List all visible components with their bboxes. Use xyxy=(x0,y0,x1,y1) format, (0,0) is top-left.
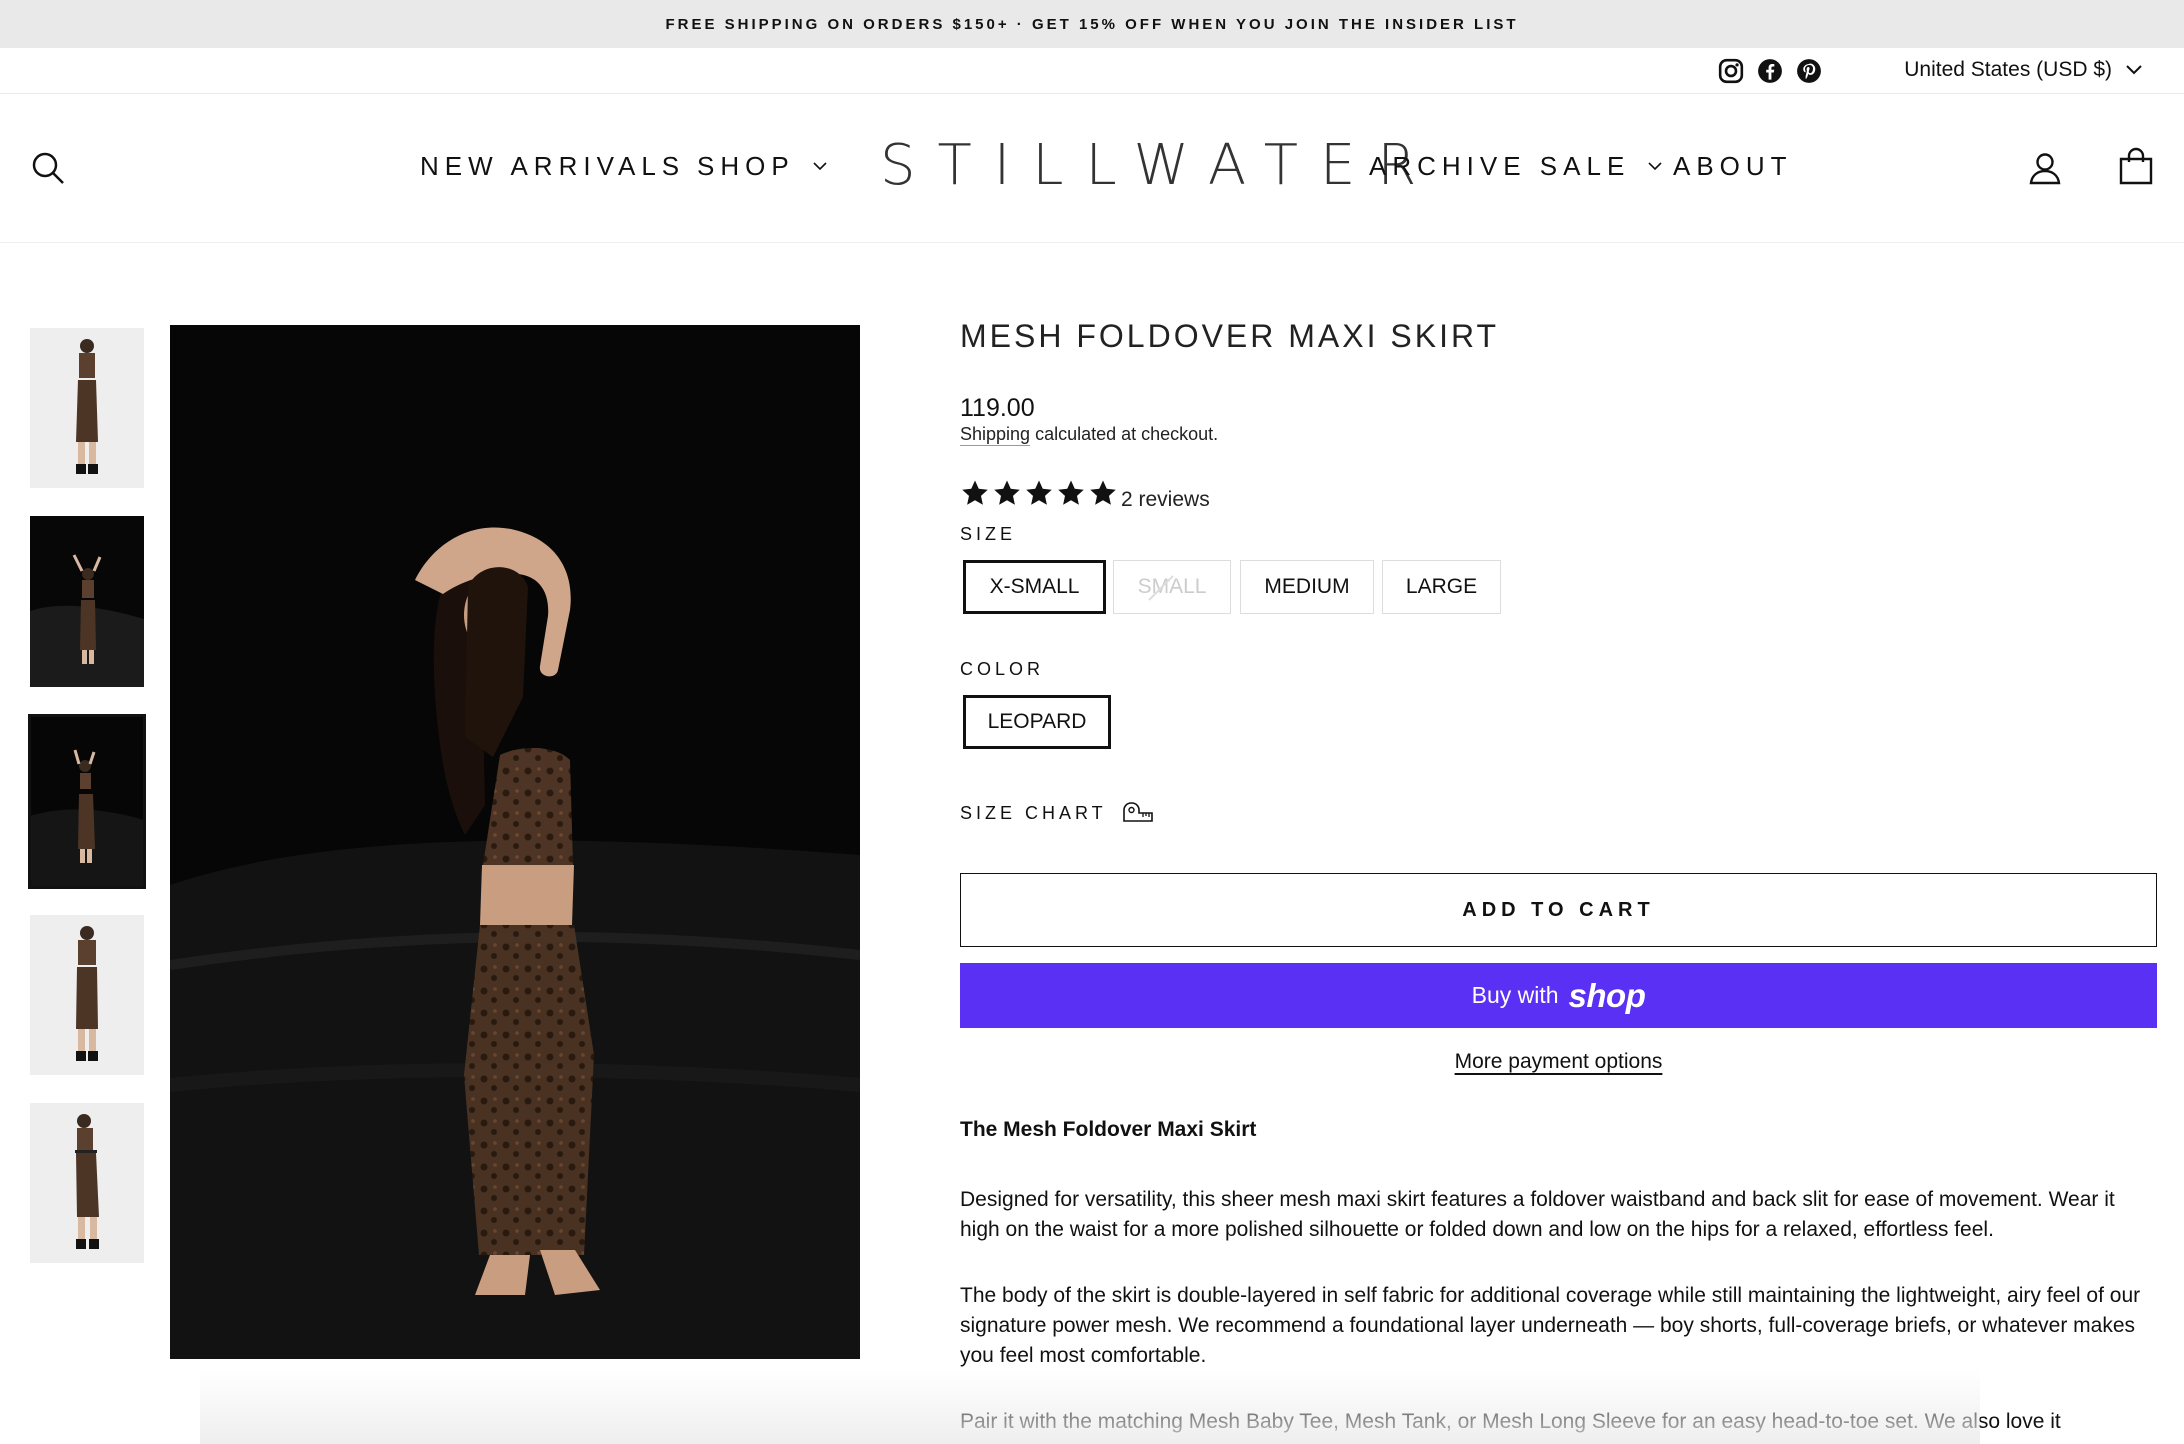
brand-logo-text: STILLWATER xyxy=(880,133,1439,198)
color-option-leopard[interactable]: LEOPARD xyxy=(963,695,1111,749)
account-icon[interactable] xyxy=(2028,151,2062,185)
pinterest-icon[interactable] xyxy=(1794,56,1824,86)
nav-archive-sale-label: ARCHIVE SALE xyxy=(1369,151,1631,181)
description-paragraph: The body of the skirt is double-layered … xyxy=(960,1284,2141,1367)
shipping-note-text: calculated at checkout. xyxy=(1030,424,1219,444)
product-thumbnail-active[interactable] xyxy=(28,714,146,889)
shipping-note: Shipping calculated at checkout. xyxy=(960,424,1218,445)
shop-pay-button[interactable]: Buy with shop xyxy=(960,963,2157,1028)
size-option-small[interactable]: SMALL xyxy=(1113,560,1231,614)
color-label: COLOR xyxy=(960,659,1045,679)
facebook-icon[interactable] xyxy=(1755,56,1785,86)
product-photo xyxy=(170,325,860,1359)
product-thumbnail[interactable] xyxy=(30,1103,144,1263)
more-payment-options-link[interactable]: More payment options xyxy=(960,1050,2157,1074)
product-photo xyxy=(30,716,144,887)
announcement-bar: FREE SHIPPING ON ORDERS $150+ · GET 15% … xyxy=(0,0,2184,48)
product-photo xyxy=(30,328,144,488)
nav-shop[interactable]: SHOP xyxy=(697,151,827,182)
product-main-image[interactable] xyxy=(170,325,860,1359)
description-paragraph: Designed for versatility, this sheer mes… xyxy=(960,1188,2115,1241)
star-icon xyxy=(1090,480,1116,505)
rating-stars[interactable] xyxy=(960,478,1118,508)
size-chart-label: SIZE CHART xyxy=(960,802,1107,823)
site-header: NEW ARRIVALS SHOP STILLWATER ARCHIVE SAL… xyxy=(0,95,2184,243)
star-icon xyxy=(1058,480,1084,505)
star-icon xyxy=(962,480,988,505)
instagram-icon[interactable] xyxy=(1716,56,1746,86)
search-icon[interactable] xyxy=(30,150,66,186)
nav-about-label: ABOUT xyxy=(1673,151,1793,181)
size-chart-link[interactable]: SIZE CHART xyxy=(960,801,1155,825)
star-icon xyxy=(994,480,1020,505)
star-icon xyxy=(1026,480,1052,505)
description-paragraph: Pair it with the matching Mesh Baby Tee,… xyxy=(960,1410,2061,1433)
nav-archive-sale[interactable]: ARCHIVE SALE xyxy=(1369,151,1662,182)
buy-with-label: Buy with xyxy=(1471,982,1559,1008)
product-thumbnail[interactable] xyxy=(30,516,144,687)
utility-bar: United States (USD $) xyxy=(0,48,2184,94)
size-option-medium[interactable]: MEDIUM xyxy=(1240,560,1374,614)
product-photo xyxy=(30,1103,144,1263)
chevron-down-icon xyxy=(813,162,827,171)
add-to-cart-button[interactable]: ADD TO CART xyxy=(960,873,2157,947)
reviews-link[interactable]: 2 reviews xyxy=(1121,488,1210,512)
product-thumbnail[interactable] xyxy=(30,915,144,1075)
chevron-down-icon xyxy=(2126,65,2142,75)
product-title: MESH FOLDOVER MAXI SKIRT xyxy=(960,318,1500,354)
product-photo xyxy=(30,516,144,687)
product-photo xyxy=(30,915,144,1075)
announcement-text: FREE SHIPPING ON ORDERS $150+ · GET 15% … xyxy=(665,15,1519,33)
product-thumbnail[interactable] xyxy=(30,328,144,488)
shipping-link[interactable]: Shipping xyxy=(960,424,1030,444)
cart-icon[interactable] xyxy=(2118,147,2154,185)
size-option-x-small[interactable]: X-SMALL xyxy=(963,560,1106,614)
chevron-down-icon xyxy=(1648,162,1662,171)
nav-new-arrivals[interactable]: NEW ARRIVALS xyxy=(420,151,685,182)
country-selector[interactable]: United States (USD $) xyxy=(1904,58,2142,82)
nav-shop-label: SHOP xyxy=(697,151,795,181)
shop-pay-logo: shop xyxy=(1568,976,1646,1014)
brand-logo[interactable]: STILLWATER xyxy=(880,133,1438,198)
size-option-large[interactable]: LARGE xyxy=(1382,560,1501,614)
country-label: United States (USD $) xyxy=(1904,58,2112,81)
nav-about[interactable]: ABOUT xyxy=(1673,151,1793,182)
product-info: MESH FOLDOVER MAXI SKIRT 119.00 Shipping… xyxy=(960,318,2160,1433)
product-price: 119.00 xyxy=(960,394,1035,422)
measuring-tape-icon xyxy=(1122,802,1153,822)
nav-new-arrivals-label: NEW ARRIVALS xyxy=(420,151,686,181)
description-title: The Mesh Foldover Maxi Skirt xyxy=(960,1118,1257,1141)
size-label: SIZE xyxy=(960,524,1017,544)
